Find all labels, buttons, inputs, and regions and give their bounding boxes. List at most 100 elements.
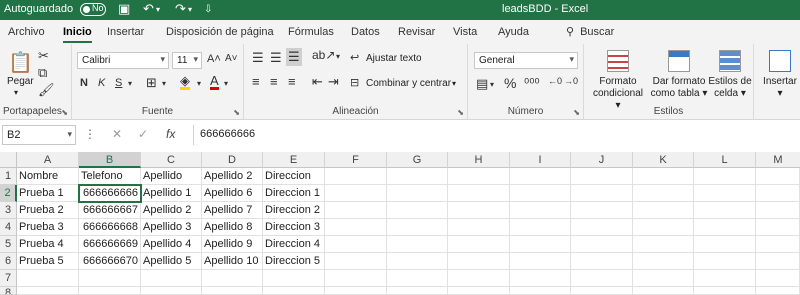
- column-header-b[interactable]: B: [79, 152, 141, 168]
- customize-quick-access-icon[interactable]: ⇩: [204, 4, 212, 15]
- decrease-font-icon[interactable]: A˅: [225, 53, 238, 64]
- cell-c2[interactable]: Apellido 1: [141, 185, 202, 202]
- row-header-8[interactable]: 8: [0, 287, 17, 295]
- conditional-formatting-button[interactable]: Formato condicional ▾: [590, 50, 646, 112]
- merge-center-button[interactable]: Combinar y centrar: [366, 78, 451, 89]
- number-format-select[interactable]: General ▾: [474, 52, 578, 69]
- number-launcher-icon[interactable]: ⬊: [573, 108, 580, 117]
- redo-dropdown-icon[interactable]: ▾: [188, 5, 192, 14]
- paste-dropdown-icon[interactable]: ▾: [14, 88, 18, 97]
- cell-j7[interactable]: [571, 270, 633, 287]
- tab-disposicion[interactable]: Disposición de página: [166, 26, 274, 38]
- accounting-format-icon[interactable]: ▤: [476, 76, 488, 92]
- decrease-decimal-icon[interactable]: →0: [564, 76, 578, 86]
- save-icon[interactable]: ▣: [118, 1, 130, 17]
- format-painter-icon[interactable]: 🖌: [38, 82, 55, 98]
- column-header-h[interactable]: H: [448, 152, 510, 168]
- cell-d5[interactable]: Apellido 9: [202, 236, 263, 253]
- cell-g3[interactable]: [387, 202, 448, 219]
- cell-l8[interactable]: [694, 287, 756, 295]
- cell-a1[interactable]: Nombre: [17, 168, 79, 185]
- orientation-dropdown-icon[interactable]: ▾: [336, 52, 340, 61]
- tab-inicio[interactable]: Inicio: [63, 26, 92, 43]
- cell-h2[interactable]: [448, 185, 510, 202]
- cell-m7[interactable]: [756, 270, 800, 287]
- cell-b5[interactable]: 666666669: [79, 236, 141, 253]
- row-header-3[interactable]: 3: [0, 202, 17, 219]
- cell-l2[interactable]: [694, 185, 756, 202]
- tab-vista[interactable]: Vista: [453, 26, 477, 38]
- cell-b7[interactable]: [79, 270, 141, 287]
- cell-c1[interactable]: Apellido: [141, 168, 202, 185]
- cell-styles-button[interactable]: Estilos de celda ▾: [708, 50, 752, 100]
- align-center-icon[interactable]: ≡: [270, 74, 278, 89]
- cell-a7[interactable]: [17, 270, 79, 287]
- accounting-dropdown-icon[interactable]: ▾: [490, 80, 494, 89]
- column-header-d[interactable]: D: [202, 152, 263, 168]
- align-middle-icon[interactable]: ☰: [270, 50, 282, 66]
- column-header-k[interactable]: K: [633, 152, 694, 168]
- cut-icon[interactable]: ✂: [38, 48, 49, 64]
- cell-j5[interactable]: [571, 236, 633, 253]
- paste-icon[interactable]: 📋: [8, 50, 33, 75]
- cell-e8[interactable]: [263, 287, 325, 295]
- cell-f4[interactable]: [325, 219, 387, 236]
- insert-function-icon[interactable]: fx: [166, 127, 175, 141]
- cell-k5[interactable]: [633, 236, 694, 253]
- column-header-i[interactable]: I: [510, 152, 571, 168]
- borders-icon[interactable]: ⊞: [146, 75, 157, 91]
- tab-formulas[interactable]: Fórmulas: [288, 26, 334, 38]
- cell-c7[interactable]: [141, 270, 202, 287]
- cell-l7[interactable]: [694, 270, 756, 287]
- cell-e4[interactable]: Direccion 3: [263, 219, 325, 236]
- paste-button[interactable]: Pegar: [7, 76, 34, 87]
- cell-f1[interactable]: [325, 168, 387, 185]
- row-header-2[interactable]: 2: [0, 185, 17, 202]
- cell-c4[interactable]: Apellido 3: [141, 219, 202, 236]
- cell-m6[interactable]: [756, 253, 800, 270]
- cell-a5[interactable]: Prueba 4: [17, 236, 79, 253]
- copy-icon[interactable]: ⧉: [38, 65, 47, 81]
- cell-h4[interactable]: [448, 219, 510, 236]
- tab-archivo[interactable]: Archivo: [8, 26, 45, 38]
- cell-g5[interactable]: [387, 236, 448, 253]
- cell-g1[interactable]: [387, 168, 448, 185]
- row-header-1[interactable]: 1: [0, 168, 17, 185]
- cell-a4[interactable]: Prueba 3: [17, 219, 79, 236]
- underline-dropdown-icon[interactable]: ▾: [128, 79, 132, 88]
- column-header-a[interactable]: A: [17, 152, 79, 168]
- cell-j2[interactable]: [571, 185, 633, 202]
- row-header-5[interactable]: 5: [0, 236, 17, 253]
- cell-l6[interactable]: [694, 253, 756, 270]
- cell-g8[interactable]: [387, 287, 448, 295]
- cell-h3[interactable]: [448, 202, 510, 219]
- orientation-icon[interactable]: ab↗: [312, 48, 335, 62]
- fill-color-dropdown-icon[interactable]: ▾: [197, 79, 201, 88]
- cell-k2[interactable]: [633, 185, 694, 202]
- cell-i5[interactable]: [510, 236, 571, 253]
- cell-i6[interactable]: [510, 253, 571, 270]
- cell-j1[interactable]: [571, 168, 633, 185]
- cell-a2[interactable]: Prueba 1: [17, 185, 79, 202]
- cell-b3[interactable]: 666666667: [79, 202, 141, 219]
- cell-j8[interactable]: [571, 287, 633, 295]
- insert-cells-button[interactable]: Insertar ▾: [760, 50, 800, 100]
- cell-e7[interactable]: [263, 270, 325, 287]
- cell-l5[interactable]: [694, 236, 756, 253]
- cell-f2[interactable]: [325, 185, 387, 202]
- tab-insertar[interactable]: Insertar: [107, 26, 144, 38]
- underline-button[interactable]: S: [115, 77, 122, 89]
- cell-l1[interactable]: [694, 168, 756, 185]
- row-header-6[interactable]: 6: [0, 253, 17, 270]
- tab-datos[interactable]: Datos: [351, 26, 380, 38]
- select-all-corner[interactable]: [0, 152, 17, 168]
- cell-e3[interactable]: Direccion 2: [263, 202, 325, 219]
- cell-e6[interactable]: Direccion 5: [263, 253, 325, 270]
- cell-e1[interactable]: Direccion: [263, 168, 325, 185]
- cell-h8[interactable]: [448, 287, 510, 295]
- row-header-4[interactable]: 4: [0, 219, 17, 236]
- cell-d4[interactable]: Apellido 8: [202, 219, 263, 236]
- cell-e5[interactable]: Direccion 4: [263, 236, 325, 253]
- row-header-7[interactable]: 7: [0, 270, 17, 287]
- italic-button[interactable]: K: [98, 77, 105, 89]
